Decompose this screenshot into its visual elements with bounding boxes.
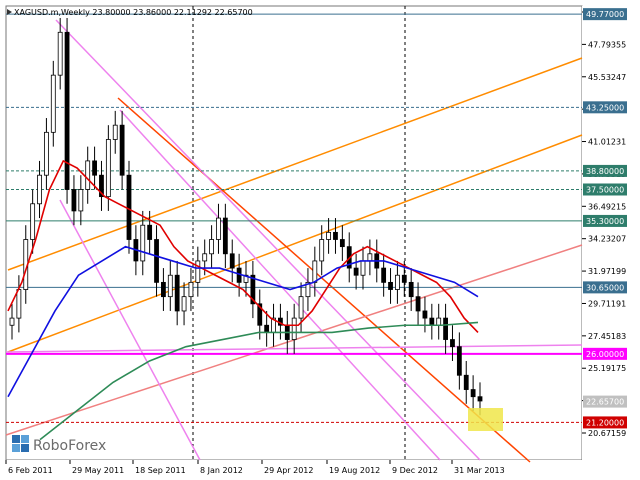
chart-frame xyxy=(5,5,583,461)
price-tick-label: 25.19175 xyxy=(588,364,626,373)
candle-body xyxy=(119,124,125,176)
candle-body xyxy=(326,231,331,240)
candle-body xyxy=(9,317,15,326)
level-label: 49.77000 xyxy=(586,10,624,19)
date-tick-label: 19 Aug 2012 xyxy=(329,466,380,475)
candle-body xyxy=(415,296,421,312)
level-label: 35.30000 xyxy=(586,217,624,226)
candle-body xyxy=(463,374,469,390)
candle-body xyxy=(312,260,318,283)
price-chart[interactable]: 50.0630347.7935545.5324743.2607941.01231… xyxy=(0,0,640,480)
price-tick-label: 45.53247 xyxy=(588,73,626,82)
candle-body xyxy=(222,217,228,255)
candle-body xyxy=(195,260,201,283)
candle-body xyxy=(16,289,22,319)
candle-body xyxy=(44,131,49,176)
symbol-caption: XAGUSD.m,Weekly 23.80000 23.86000 22.112… xyxy=(14,8,253,17)
price-tick-label: 34.23207 xyxy=(588,235,626,244)
candle-body xyxy=(71,189,77,212)
target-zone xyxy=(468,408,503,431)
candle-body xyxy=(202,253,208,262)
candle-body xyxy=(395,274,400,290)
candle-body xyxy=(319,239,325,262)
candle-body xyxy=(408,281,414,298)
level-label: 38.80000 xyxy=(586,167,624,176)
candle-body xyxy=(161,281,166,298)
candle-body xyxy=(229,253,235,269)
current-price-label: 22.65700 xyxy=(586,398,624,407)
candle-body xyxy=(126,174,132,240)
candle-body xyxy=(333,231,338,240)
price-tick-label: 27.45183 xyxy=(588,332,626,341)
candle-body xyxy=(105,139,111,198)
candle-body xyxy=(216,217,221,240)
candle-body xyxy=(436,317,442,326)
candle-body xyxy=(443,317,448,340)
candle-body xyxy=(353,267,359,276)
date-tick-label: 6 Feb 2011 xyxy=(8,466,53,475)
price-tick-label: 36.49215 xyxy=(588,202,626,211)
candle-body xyxy=(167,274,173,298)
price-tick-label: 29.71191 xyxy=(588,299,626,308)
candle-body xyxy=(429,317,435,326)
candle-body xyxy=(37,174,42,205)
level-label: 30.65000 xyxy=(586,283,624,292)
candle-body xyxy=(401,274,407,283)
price-tick-label: 47.79355 xyxy=(588,40,626,49)
date-tick-label: 29 May 2011 xyxy=(72,466,124,475)
level-label: 21.20000 xyxy=(586,418,624,427)
candle-body xyxy=(367,253,373,262)
level-label: 43.25000 xyxy=(586,103,624,112)
price-tick-label: 41.01231 xyxy=(588,138,626,147)
candle-body xyxy=(50,74,56,133)
candle-body xyxy=(264,324,270,333)
date-tick-label: 9 Dec 2012 xyxy=(392,466,438,475)
price-tick-label: 31.97199 xyxy=(588,267,626,276)
candle-body xyxy=(57,31,63,76)
date-tick-label: 31 Mar 2013 xyxy=(454,466,505,475)
candle-body xyxy=(360,260,366,276)
price-tick-label: 20.67159 xyxy=(588,429,626,438)
candle-body xyxy=(456,346,462,376)
candle-body xyxy=(78,189,84,212)
level-label: 37.50000 xyxy=(586,185,624,194)
candle-body xyxy=(174,274,180,312)
roboforex-logo: RoboForex xyxy=(12,435,106,454)
candle-body xyxy=(381,267,387,283)
candle-body xyxy=(477,396,483,402)
candle-body xyxy=(64,31,70,190)
candle-body xyxy=(92,160,97,176)
candle-body xyxy=(470,389,476,398)
candle-body xyxy=(388,281,393,290)
candle-body xyxy=(30,203,36,240)
candle-body xyxy=(339,239,345,248)
candle-body xyxy=(85,160,91,190)
candle-body xyxy=(422,310,428,319)
date-tick-label: 8 Jan 2012 xyxy=(200,466,243,475)
date-tick-label: 29 Apr 2012 xyxy=(264,466,313,475)
candle-body xyxy=(154,239,159,283)
candle-body xyxy=(112,124,118,140)
date-tick-label: 18 Sep 2011 xyxy=(135,466,186,475)
candle-body xyxy=(140,224,146,262)
candle-body xyxy=(298,296,304,319)
candle-body xyxy=(450,339,455,348)
level-label: 26.00000 xyxy=(586,350,624,359)
candle-body xyxy=(291,317,297,340)
candle-body xyxy=(147,224,153,240)
candle-body xyxy=(209,239,214,255)
candle-body xyxy=(181,296,187,312)
logo-text: RoboForex xyxy=(33,438,106,454)
candle-body xyxy=(188,281,194,298)
